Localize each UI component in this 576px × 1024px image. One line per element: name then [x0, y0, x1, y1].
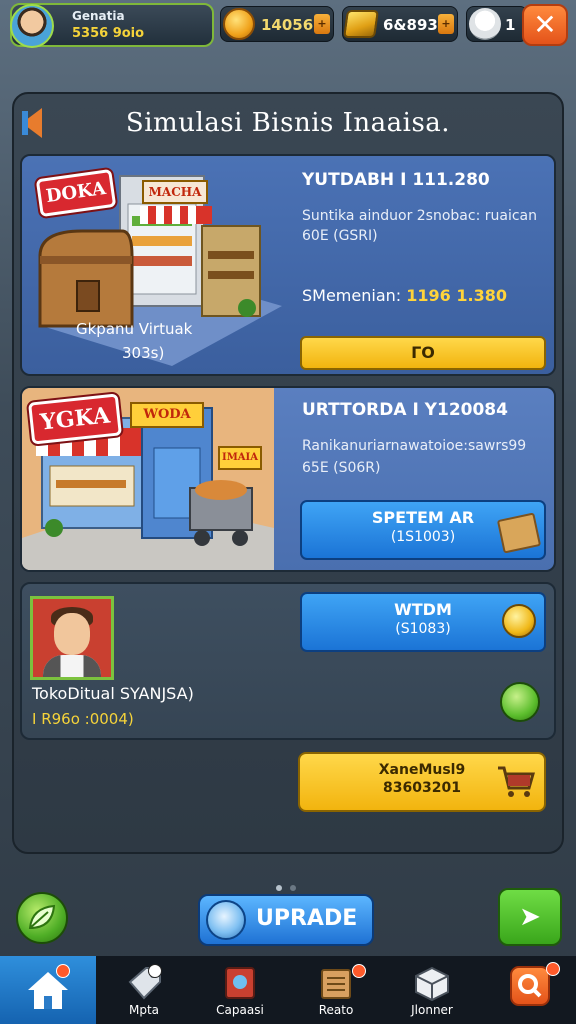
gold-bar-icon [343, 10, 379, 38]
player-name: Genatia [72, 9, 125, 23]
leaf-icon [28, 904, 56, 930]
business-card-2[interactable]: YGKA WODA IMAIA URTTORDA I Y120084 Ranik… [20, 386, 556, 572]
search-tile [510, 966, 550, 1006]
list-icon [321, 969, 351, 999]
notification-dot [352, 964, 366, 978]
card-1-price: SMemenian: 1196 1.380 [302, 286, 507, 305]
price-label: SMemenian: [302, 286, 402, 305]
player-avatar[interactable] [10, 4, 54, 48]
box-icon [415, 966, 449, 1002]
owner-avatar [30, 596, 114, 680]
card-3-sub: I R96o :0004) [32, 710, 134, 728]
upgrade-label: UPRADE [256, 906, 358, 931]
card-2-title: URTTORDA I Y120084 [302, 400, 508, 420]
page-dot[interactable] [290, 885, 296, 891]
nav-list[interactable]: Reato [288, 956, 384, 1024]
coin-icon [223, 8, 255, 40]
nav-label-tag: Mpta [128, 1003, 160, 1017]
gold-counter: 6&8930 + [342, 6, 458, 42]
leaf-icon[interactable] [500, 682, 540, 722]
store-caption-sub: 303s) [122, 344, 165, 362]
key-icon [502, 604, 536, 638]
bottom-nav: Mpta Capaasi Reato Jlonner [0, 956, 576, 1024]
card-3-title: TokoDitual SYANJSA) [32, 684, 194, 703]
notification-dot [148, 964, 162, 978]
buy-cart-button[interactable]: XaneMusl9 83603201 [298, 752, 546, 812]
shop-sign: WODA [130, 402, 204, 428]
add-coins-button[interactable]: + [314, 14, 330, 34]
store-sign: MACHA [142, 180, 208, 204]
panel-title: Simulasi Bisnis Inaaisa. [125, 108, 451, 138]
coin-value: 14056 [261, 16, 314, 34]
nav-home[interactable] [0, 956, 96, 1024]
nav-card[interactable]: Capaasi [192, 956, 288, 1024]
package-icon [496, 512, 542, 554]
page-indicator [272, 876, 300, 895]
business-card-1[interactable]: DOKA MACHA Gkpanu Virtuak 303s) YUTDABH … [20, 154, 556, 376]
top-bar: Genatia 5356 9oio 14056 + 6&8930 + 1 ✕ [0, 0, 576, 52]
rocket-icon [206, 900, 246, 940]
card-1-desc-2: 60E (GSRI) [302, 228, 378, 244]
shop-sign-small: IMAIA [218, 446, 262, 470]
ghost-counter: 1 [466, 6, 528, 42]
card-2-desc-2: 65E (S06R) [302, 460, 381, 476]
card-3-action-button[interactable]: WTDM (S1083) [300, 592, 546, 652]
notification-dot [56, 964, 70, 978]
notification-dot [546, 962, 560, 976]
card-2-action-button[interactable]: SPETEM AR (1S1003) [300, 500, 546, 560]
next-button[interactable]: ➤ [498, 888, 562, 946]
price-value: 1196 1.380 [406, 286, 507, 305]
coin-counter: 14056 + [220, 6, 334, 42]
card-1-title: YUTDABH I 111.280 [302, 170, 490, 190]
nav-label-list: Reato [318, 1003, 354, 1017]
card-2-desc-1: Ranikanuriarnawatoioe:sawrs99 [302, 438, 527, 454]
cart-icon [498, 766, 535, 797]
nav-label-card: Capaasi [216, 1003, 264, 1017]
card-icon [225, 967, 255, 999]
upgrade-button[interactable]: UPRADE [198, 894, 374, 946]
player-stat: 5356 9oio [72, 26, 145, 41]
ghost-value: 1 [505, 16, 516, 34]
page-dot[interactable] [276, 885, 282, 891]
search-icon [518, 974, 542, 998]
nav-search[interactable] [480, 956, 576, 1024]
card-1-action-button[interactable]: ГО [300, 336, 546, 370]
leaf-button[interactable] [16, 892, 68, 944]
nav-label-box: Jlonner [411, 1003, 453, 1017]
nav-tag[interactable]: Mpta [96, 956, 192, 1024]
nav-box[interactable]: Jlonner [384, 956, 480, 1024]
close-button[interactable]: ✕ [522, 4, 568, 46]
player-profile[interactable]: Genatia 5356 9oio [10, 3, 214, 48]
store-caption: Gkpanu Virtuak [76, 320, 193, 338]
card-1-desc-1: Suntika ainduor 2snobac: ruaican [302, 208, 537, 224]
ghost-icon [469, 8, 501, 40]
add-gold-button[interactable]: + [438, 14, 454, 34]
